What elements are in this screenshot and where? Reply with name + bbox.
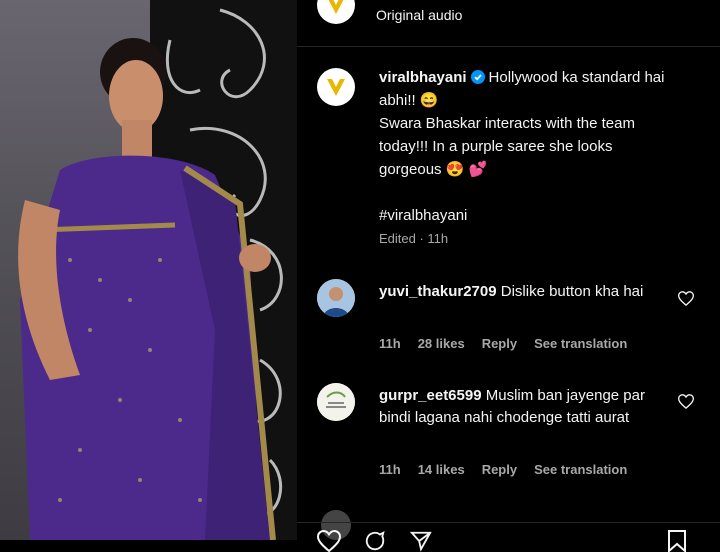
like-heart-icon[interactable] <box>317 530 341 552</box>
comment-likes[interactable]: 14 likes <box>418 462 465 477</box>
comment-reply-button[interactable]: Reply <box>482 462 517 477</box>
post-media-image[interactable] <box>0 0 297 540</box>
heart-icon[interactable] <box>678 394 694 409</box>
person-figure <box>18 38 276 540</box>
heart-icon[interactable] <box>678 291 694 306</box>
post-author-username[interactable]: viralbhayani <box>379 69 467 86</box>
comment-body: yuvi_thakur2709 Dislike button kha hai <box>379 281 679 303</box>
comment-username[interactable]: gurpr_eet6599 <box>379 387 482 404</box>
post-caption: viralbhayani Hollywood ka standard hai ab… <box>379 66 679 250</box>
caption-edited-time: Edited · 11h <box>379 231 449 246</box>
user-avatar-icon <box>317 383 355 421</box>
comment-reply-button[interactable]: Reply <box>482 336 517 351</box>
verified-badge-icon <box>470 70 485 84</box>
comment-avatar[interactable] <box>317 383 355 421</box>
caption-line-2: Swara Bhaskar interacts with the team to… <box>379 115 635 178</box>
actions-divider <box>297 522 720 523</box>
share-send-icon[interactable] <box>409 530 433 552</box>
user-avatar-icon <box>317 279 355 317</box>
comment-username[interactable]: yuvi_thakur2709 <box>379 283 497 300</box>
audio-label[interactable]: Original audio <box>376 7 462 23</box>
comment-text: Dislike button kha hai <box>500 283 644 300</box>
comment-meta: 11h 28 likes Reply See translation <box>379 336 627 351</box>
viralbhayani-logo-icon <box>328 0 344 14</box>
comment-body: gurpr_eet6599 Muslim ban jayenge par bin… <box>379 385 669 429</box>
comment-bubble-icon[interactable] <box>363 530 387 552</box>
viralbhayani-logo-icon <box>327 79 345 96</box>
see-translation-link[interactable]: See translation <box>534 336 627 351</box>
caption-hashtag[interactable]: #viralbhayani <box>379 207 467 224</box>
comment-likes[interactable]: 28 likes <box>418 336 465 351</box>
comments-panel: Original audio viralbhayani Hollywood ka … <box>297 0 720 552</box>
post-actions-bar <box>317 530 433 552</box>
comment-avatar[interactable] <box>317 279 355 317</box>
see-translation-link[interactable]: See translation <box>534 462 627 477</box>
post-author-avatar[interactable] <box>317 68 355 106</box>
header-divider <box>297 46 720 47</box>
comment-time: 11h <box>379 462 401 477</box>
bookmark-icon[interactable] <box>667 530 687 552</box>
comment-meta: 11h 14 likes Reply See translation <box>379 462 627 477</box>
comment-time: 11h <box>379 336 401 351</box>
header-avatar[interactable] <box>317 0 355 24</box>
